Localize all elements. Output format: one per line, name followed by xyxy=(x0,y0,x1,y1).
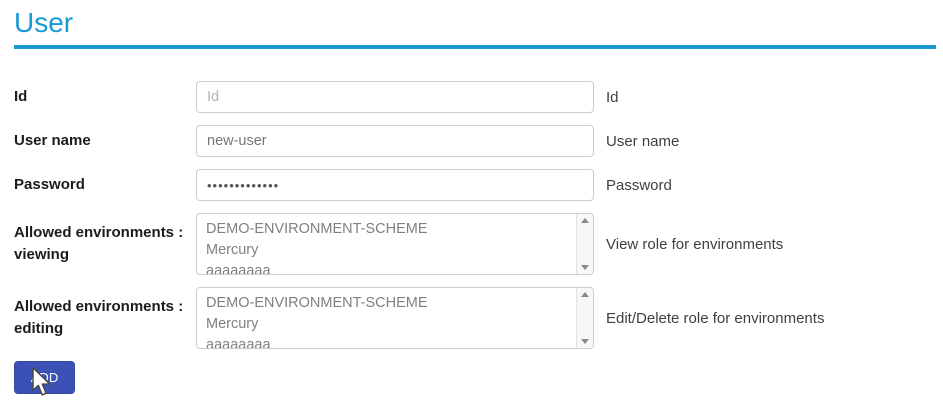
password-label: Password xyxy=(14,174,196,196)
scroll-up-icon[interactable] xyxy=(581,292,589,297)
env-editing-listbox[interactable]: DEMO-ENVIRONMENT-SCHEME Mercury aaaaaaaa xyxy=(196,287,594,349)
username-input[interactable] xyxy=(196,125,594,157)
env-viewing-help-text: View role for environments xyxy=(606,236,783,253)
username-help-text: User name xyxy=(606,133,679,150)
scroll-down-icon[interactable] xyxy=(581,339,589,344)
button-row: ADD xyxy=(14,361,943,394)
env-viewing-listbox[interactable]: DEMO-ENVIRONMENT-SCHEME Mercury aaaaaaaa xyxy=(196,213,594,275)
scrollbar[interactable] xyxy=(576,214,593,274)
listbox-option[interactable]: Mercury xyxy=(206,240,569,261)
id-label: Id xyxy=(14,86,196,108)
scrollbar[interactable] xyxy=(576,288,593,348)
listbox-option[interactable]: aaaaaaaa xyxy=(206,335,569,349)
password-input[interactable] xyxy=(196,169,594,201)
env-viewing-label: Allowed environments : viewing xyxy=(14,222,196,266)
listbox-option[interactable]: Mercury xyxy=(206,314,569,335)
page-title: User xyxy=(14,6,943,40)
user-page: User Id Id User name User name Password … xyxy=(0,0,943,394)
listbox-option[interactable]: DEMO-ENVIRONMENT-SCHEME xyxy=(206,219,569,240)
env-editing-help-text: Edit/Delete role for environments xyxy=(606,310,824,327)
listbox-option[interactable]: aaaaaaaa xyxy=(206,261,569,275)
id-input[interactable] xyxy=(196,81,594,113)
title-divider xyxy=(14,45,936,49)
scroll-down-icon[interactable] xyxy=(581,265,589,270)
form-row-username: User name User name xyxy=(14,125,943,157)
form-row-env-viewing: Allowed environments : viewing DEMO-ENVI… xyxy=(14,213,943,275)
username-label: User name xyxy=(14,130,196,152)
password-help-text: Password xyxy=(606,177,672,194)
scroll-up-icon[interactable] xyxy=(581,218,589,223)
add-button[interactable]: ADD xyxy=(14,361,75,394)
form-row-password: Password Password xyxy=(14,169,943,201)
form-row-id: Id Id xyxy=(14,81,943,113)
user-form: Id Id User name User name Password Passw… xyxy=(14,81,943,394)
id-help-text: Id xyxy=(606,89,619,106)
env-editing-label: Allowed environments : editing xyxy=(14,296,196,340)
listbox-option[interactable]: DEMO-ENVIRONMENT-SCHEME xyxy=(206,293,569,314)
form-row-env-editing: Allowed environments : editing DEMO-ENVI… xyxy=(14,287,943,349)
